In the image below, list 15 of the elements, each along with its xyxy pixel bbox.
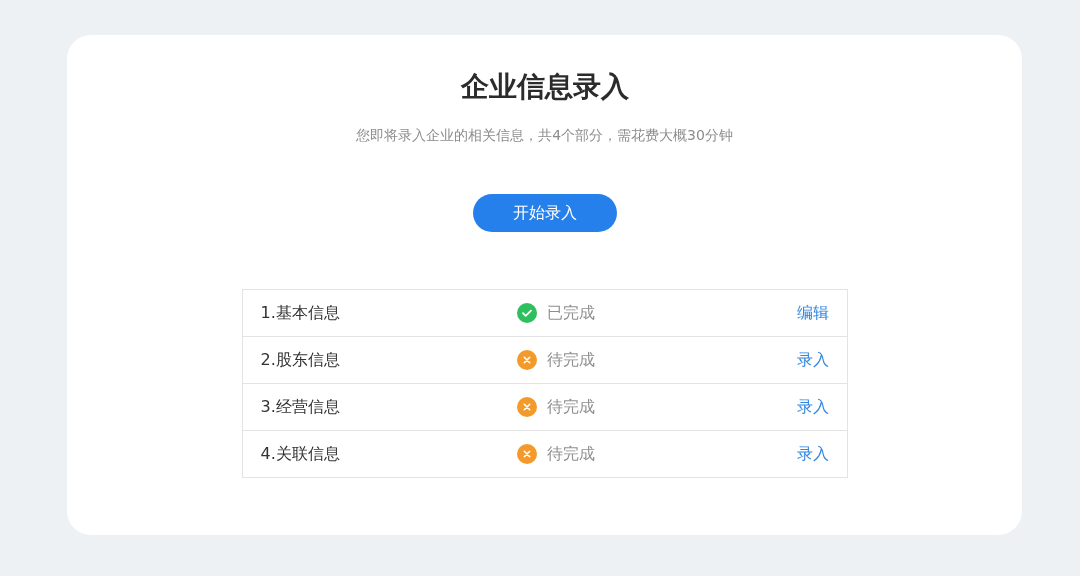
section-name: 4.关联信息 [260, 443, 341, 465]
page-subtitle: 您即将录入企业的相关信息，共4个部分，需花费大概30分钟 [356, 126, 733, 145]
start-button[interactable]: 开始录入 [472, 194, 617, 232]
section-name: 3.经营信息 [260, 396, 341, 418]
status-text: 待完成 [546, 396, 595, 418]
action-link[interactable]: 录入 [796, 443, 829, 465]
action-link[interactable]: 编辑 [796, 302, 829, 324]
status-text: 已完成 [546, 302, 595, 324]
action-link[interactable]: 录入 [796, 396, 829, 418]
action-link[interactable]: 录入 [796, 349, 829, 371]
page-title: 企业信息录入 [460, 69, 629, 105]
status-text: 待完成 [546, 443, 595, 465]
status-text: 待完成 [546, 349, 595, 371]
section-name: 1.基本信息 [260, 302, 341, 324]
section-name: 2.股东信息 [260, 349, 341, 371]
